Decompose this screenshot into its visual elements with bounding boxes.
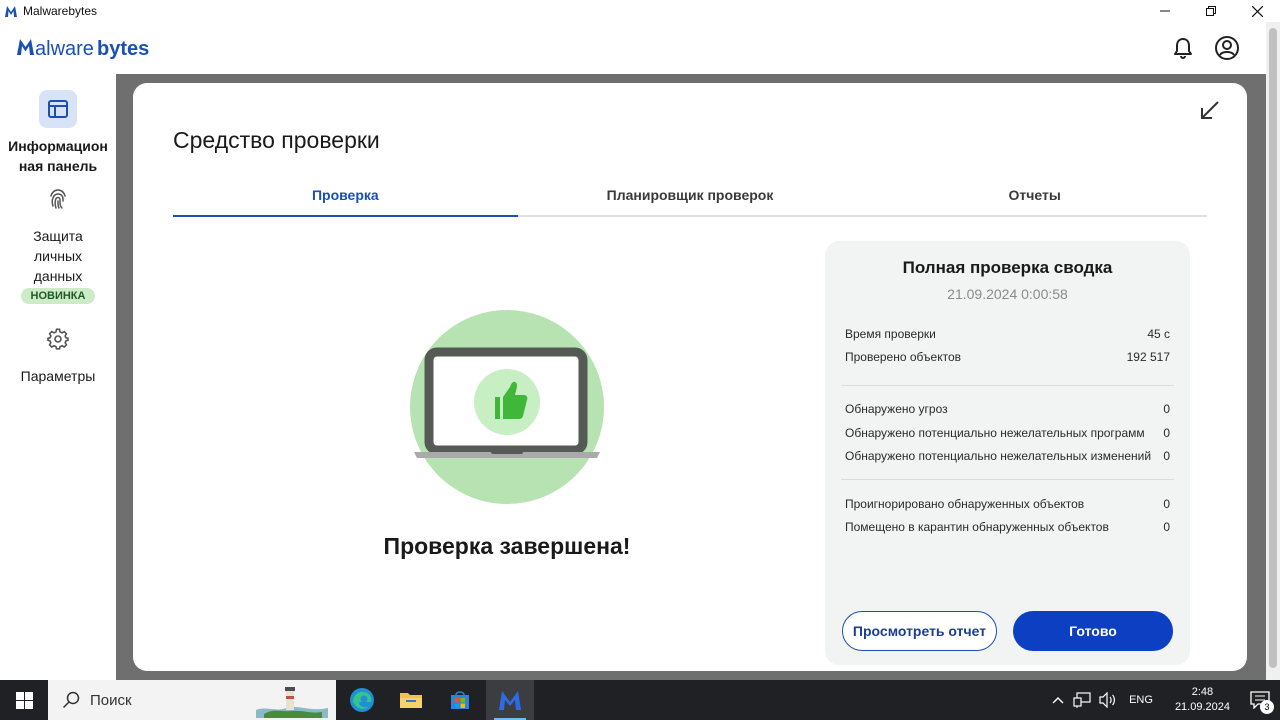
folder-icon (400, 693, 422, 708)
arrow-collapse-icon (1201, 101, 1219, 119)
close-button[interactable] (1234, 0, 1280, 22)
system-tray: ENG 2:48 21.09.2024 3 (1047, 680, 1280, 720)
store-icon (451, 691, 469, 709)
divider (841, 385, 1174, 386)
restore-icon (1206, 6, 1216, 16)
collapse-button[interactable] (1199, 99, 1221, 121)
restore-button[interactable] (1188, 0, 1234, 22)
tray-volume[interactable] (1099, 692, 1117, 708)
account-button[interactable] (1214, 35, 1240, 61)
scan-summary-card: Полная проверка сводка 21.09.2024 0:00:5… (825, 241, 1190, 665)
scan-complete-message: Проверка завершена! (383, 533, 631, 559)
svg-text:alware: alware (35, 38, 94, 60)
window-title: Malwarebytes (23, 4, 98, 18)
taskbar: Поиск ENG 2:48 21.09.2024 3 (0, 680, 1280, 720)
summary-row: Помещено в карантин обнаруженных объекто… (845, 520, 1170, 534)
fingerprint-icon (39, 180, 77, 218)
scanner-modal: Средство проверки Проверка Планировщик п… (133, 83, 1247, 671)
window-titlebar: Malwarebytes (0, 0, 1280, 22)
summary-row: Обнаружено угроз 0 (845, 402, 1170, 416)
scanner-tabs: Проверка Планировщик проверок Отчеты (173, 179, 1207, 217)
search-icon (62, 691, 80, 709)
window-controls (1142, 0, 1280, 22)
action-center-button[interactable]: 3 (1240, 680, 1280, 720)
bell-icon (1174, 38, 1192, 59)
taskbar-store[interactable] (436, 680, 484, 720)
malwarebytes-logo: alware bytes (16, 34, 166, 67)
sidebar-item-privacy[interactable]: Защита личных данных НОВИНКА (0, 180, 116, 304)
vertical-scrollbar[interactable] (1266, 22, 1280, 680)
tray-chevron[interactable] (1051, 695, 1065, 705)
malwarebytes-icon (499, 691, 521, 710)
dashboard-icon (39, 90, 77, 128)
scrollbar-thumb[interactable] (1269, 28, 1277, 668)
summary-title: Полная проверка сводка (902, 258, 1113, 277)
tab-reports[interactable]: Отчеты (862, 179, 1207, 215)
minimize-button[interactable] (1142, 0, 1188, 22)
minimize-icon (1160, 10, 1170, 12)
svg-text:bytes: bytes (97, 38, 149, 60)
sidebar-item-label: Защита личных данных (33, 228, 83, 284)
start-button[interactable] (0, 680, 48, 720)
sidebar-item-settings[interactable]: Параметры (0, 320, 116, 386)
clock-date: 21.09.2024 (1174, 701, 1230, 713)
user-icon (1215, 36, 1239, 60)
done-button[interactable]: Готово (1013, 611, 1173, 651)
search-placeholder: Поиск (90, 691, 132, 709)
notifications-button[interactable] (1170, 35, 1196, 61)
language-indicator[interactable]: ENG (1129, 694, 1153, 706)
scan-complete-illustration (410, 310, 604, 504)
network-icon (1073, 692, 1091, 708)
summary-date: 21.09.2024 0:00:58 (947, 286, 1068, 302)
clock-time: 2:48 (1191, 686, 1214, 698)
malwarebytes-app-icon (5, 6, 17, 17)
new-badge: НОВИНКА (20, 288, 96, 304)
page-title: Средство проверки (173, 127, 380, 153)
view-report-button[interactable]: Просмотреть отчет (842, 611, 997, 651)
close-icon (1251, 5, 1263, 17)
summary-row: Обнаружено потенциально нежелательных из… (845, 449, 1170, 463)
lighthouse-search-highlight-icon (256, 687, 328, 718)
taskbar-malwarebytes[interactable] (486, 680, 534, 720)
taskbar-file-explorer[interactable] (387, 680, 435, 720)
taskbar-search[interactable]: Поиск (48, 680, 336, 720)
sidebar-item-label: Информацион ная панель (8, 138, 108, 174)
summary-row: Проигнорировано обнаруженных объектов 0 (845, 497, 1170, 511)
app-header: alware bytes (0, 22, 1266, 74)
tray-network[interactable] (1073, 692, 1091, 708)
divider (841, 479, 1174, 480)
summary-row: Проверено объектов 192 517 (845, 350, 1170, 364)
sidebar-item-label: Параметры (20, 368, 96, 384)
chevron-up-icon (1052, 696, 1064, 704)
taskbar-edge[interactable] (338, 680, 386, 720)
summary-row: Обнаружено потенциально нежелательных пр… (845, 426, 1170, 440)
gear-icon (39, 320, 77, 358)
summary-row: Время проверки 45 с (845, 327, 1170, 341)
sidebar-item-dashboard[interactable]: Информацион ная панель (0, 90, 116, 176)
tab-scan-scheduler[interactable]: Планировщик проверок (518, 179, 863, 215)
logo-wordmark: alware bytes (17, 38, 149, 60)
edge-browser-icon (350, 688, 374, 712)
tab-scan[interactable]: Проверка (173, 179, 518, 217)
windows-icon (15, 691, 33, 709)
notification-count: 3 (1260, 700, 1274, 714)
volume-icon (1099, 692, 1116, 708)
sidebar: Информацион ная панель Защита личных дан… (0, 74, 116, 680)
clock[interactable]: 2:48 21.09.2024 (1175, 685, 1230, 715)
